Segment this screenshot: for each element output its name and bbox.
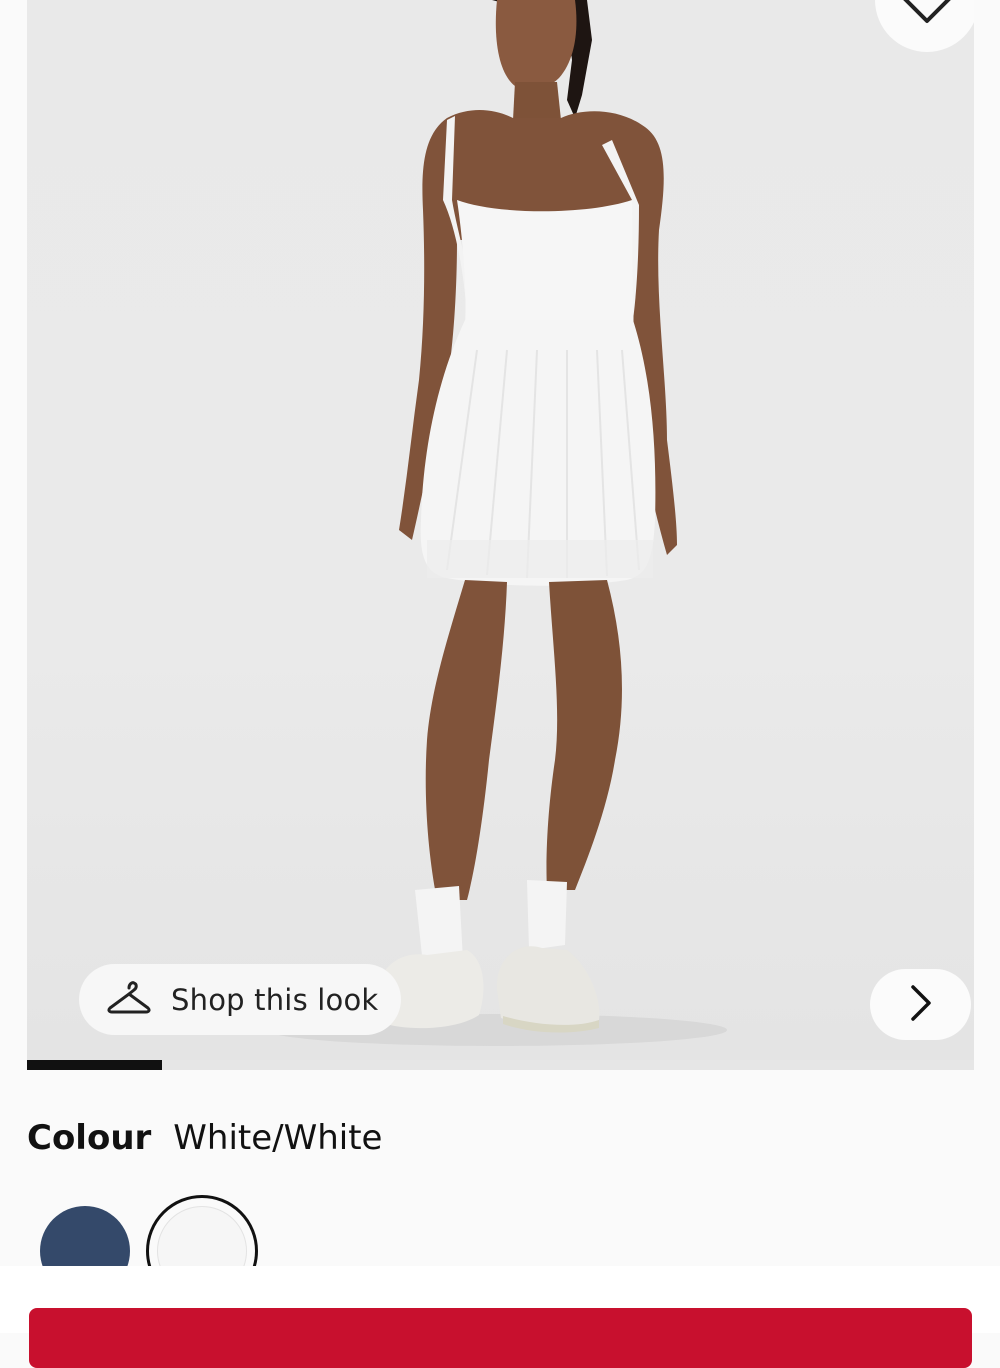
colour-label: Colour xyxy=(27,1118,152,1158)
add-to-bag-button[interactable] xyxy=(29,1308,972,1368)
heart-outline-icon xyxy=(900,0,954,28)
gallery-progress-fill xyxy=(27,1060,163,1070)
shop-this-look-button[interactable]: Shop this look xyxy=(79,964,401,1035)
colour-swatches xyxy=(0,1190,1000,1266)
product-image-gallery[interactable]: Shop this look xyxy=(27,0,974,1060)
bottom-action-bar xyxy=(0,1266,1000,1368)
chevron-right-icon xyxy=(909,984,933,1026)
colour-value: White/White xyxy=(173,1118,383,1158)
hanger-icon xyxy=(107,980,151,1020)
next-image-button[interactable] xyxy=(870,969,971,1040)
product-photo xyxy=(267,0,727,1046)
gallery-progress-track xyxy=(27,1060,974,1070)
colour-selector-heading: Colour White/White xyxy=(27,1118,382,1158)
swatch-white-fill xyxy=(157,1206,247,1266)
swatch-navy[interactable] xyxy=(40,1206,130,1266)
shop-this-look-label: Shop this look xyxy=(171,982,379,1017)
swatch-white-white-selected[interactable] xyxy=(146,1195,258,1266)
